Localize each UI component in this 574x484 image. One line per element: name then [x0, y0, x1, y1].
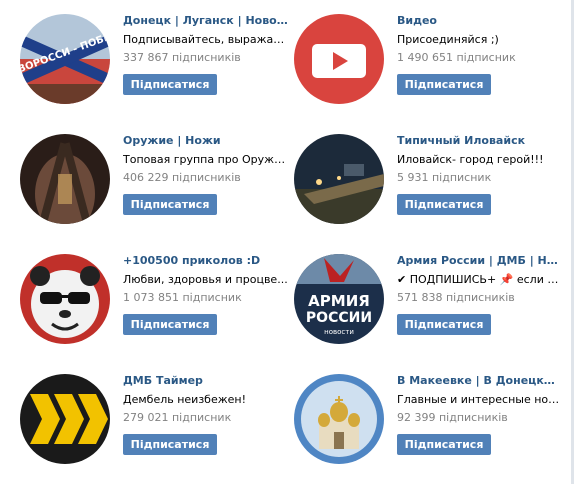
group-avatar[interactable] — [294, 14, 384, 104]
video-play-icon — [294, 14, 384, 104]
subscriber-count: 5 931 підписник — [397, 171, 492, 184]
group-name-link[interactable]: Армия России | ДМБ | Нов... — [397, 254, 562, 268]
subscriber-count: 279 021 підписник — [123, 411, 232, 424]
group-description: Дембель неизбежен! — [123, 393, 247, 406]
group-description: Топовая группа про Оружи... — [123, 153, 288, 166]
group-avatar[interactable] — [20, 374, 110, 464]
avatar-logo-text: новости — [324, 328, 354, 336]
subscribe-button[interactable]: Підписатися — [123, 74, 217, 95]
group-description: Главные и интересные нов... — [397, 393, 562, 406]
group-description: Иловайск- город герой!!! — [397, 153, 544, 166]
group-name-link[interactable]: Видео — [397, 14, 562, 28]
group-name-link[interactable]: +100500 приколов :D — [123, 254, 288, 268]
group-card: В Макеевке | В Донецке | Н... Главные и … — [294, 374, 564, 484]
subscriber-count: 406 229 підписників — [123, 171, 241, 184]
group-avatar[interactable] — [20, 254, 110, 344]
panda-sunglasses-icon — [20, 254, 110, 344]
group-card: АРМИЯ РОССИИ новости Армия России | ДМБ … — [294, 254, 564, 364]
novorossia-flag-icon: НОВОРОССИ - ПОБЕДА — [20, 14, 110, 104]
group-card: ДМБ Таймер Дембель неизбежен! 279 021 пі… — [20, 374, 290, 484]
group-name-link[interactable]: Типичный Иловайск — [397, 134, 562, 148]
subscribe-button[interactable]: Підписатися — [397, 194, 491, 215]
group-avatar[interactable]: АРМИЯ РОССИИ новости — [294, 254, 384, 344]
subscribe-button[interactable]: Підписатися — [123, 314, 217, 335]
subscribe-button[interactable]: Підписатися — [123, 194, 217, 215]
group-name-link[interactable]: ДМБ Таймер — [123, 374, 288, 388]
avatar-logo-text: РОССИИ — [306, 310, 372, 326]
subscribe-button[interactable]: Підписатися — [397, 314, 491, 335]
group-avatar[interactable]: НОВОРОССИ - ПОБЕДА — [20, 14, 110, 104]
subscriber-count: 1 490 651 підписник — [397, 51, 516, 64]
subscriber-count: 92 399 підписників — [397, 411, 508, 424]
subscriber-count: 571 838 підписників — [397, 291, 515, 304]
subscribe-button[interactable]: Підписатися — [397, 74, 491, 95]
army-logo-icon: АРМИЯ РОССИИ новости — [294, 254, 384, 344]
group-avatar[interactable] — [294, 134, 384, 224]
group-card: Видео Присоединяйся ;) 1 490 651 підписн… — [294, 14, 564, 124]
group-description: Любви, здоровья и процве... — [123, 273, 288, 286]
subscribe-button[interactable]: Підписатися — [123, 434, 217, 455]
subscriber-count: 337 867 підписників — [123, 51, 241, 64]
group-card: Оружие | Ножи Топовая группа про Оружи..… — [20, 134, 290, 244]
group-name-link[interactable]: Оружие | Ножи — [123, 134, 288, 148]
cathedral-icon — [294, 374, 384, 464]
group-avatar[interactable] — [294, 374, 384, 464]
chevron-stripes-icon — [20, 374, 110, 464]
city-night-photo-icon — [294, 134, 384, 224]
weapon-photo-icon — [20, 134, 110, 224]
subscribe-button[interactable]: Підписатися — [397, 434, 491, 455]
group-description: ✔ ПОДПИШИСЬ+ 📌 если х... — [397, 273, 562, 286]
group-card: Типичный Иловайск Иловайск- город герой!… — [294, 134, 564, 244]
subscriber-count: 1 073 851 підписник — [123, 291, 242, 304]
group-name-link[interactable]: В Макеевке | В Донецке | Н... — [397, 374, 562, 388]
group-description: Подписывайтесь, выражай... — [123, 33, 288, 46]
group-avatar[interactable] — [20, 134, 110, 224]
group-card: +100500 приколов :D Любви, здоровья и пр… — [20, 254, 290, 364]
avatar-logo-text: АРМИЯ — [308, 292, 370, 310]
group-description: Присоединяйся ;) — [397, 33, 499, 46]
group-card: НОВОРОССИ - ПОБЕДА Донецк | Луганск | Но… — [20, 14, 290, 124]
group-name-link[interactable]: Донецк | Луганск | Новоро... — [123, 14, 288, 28]
